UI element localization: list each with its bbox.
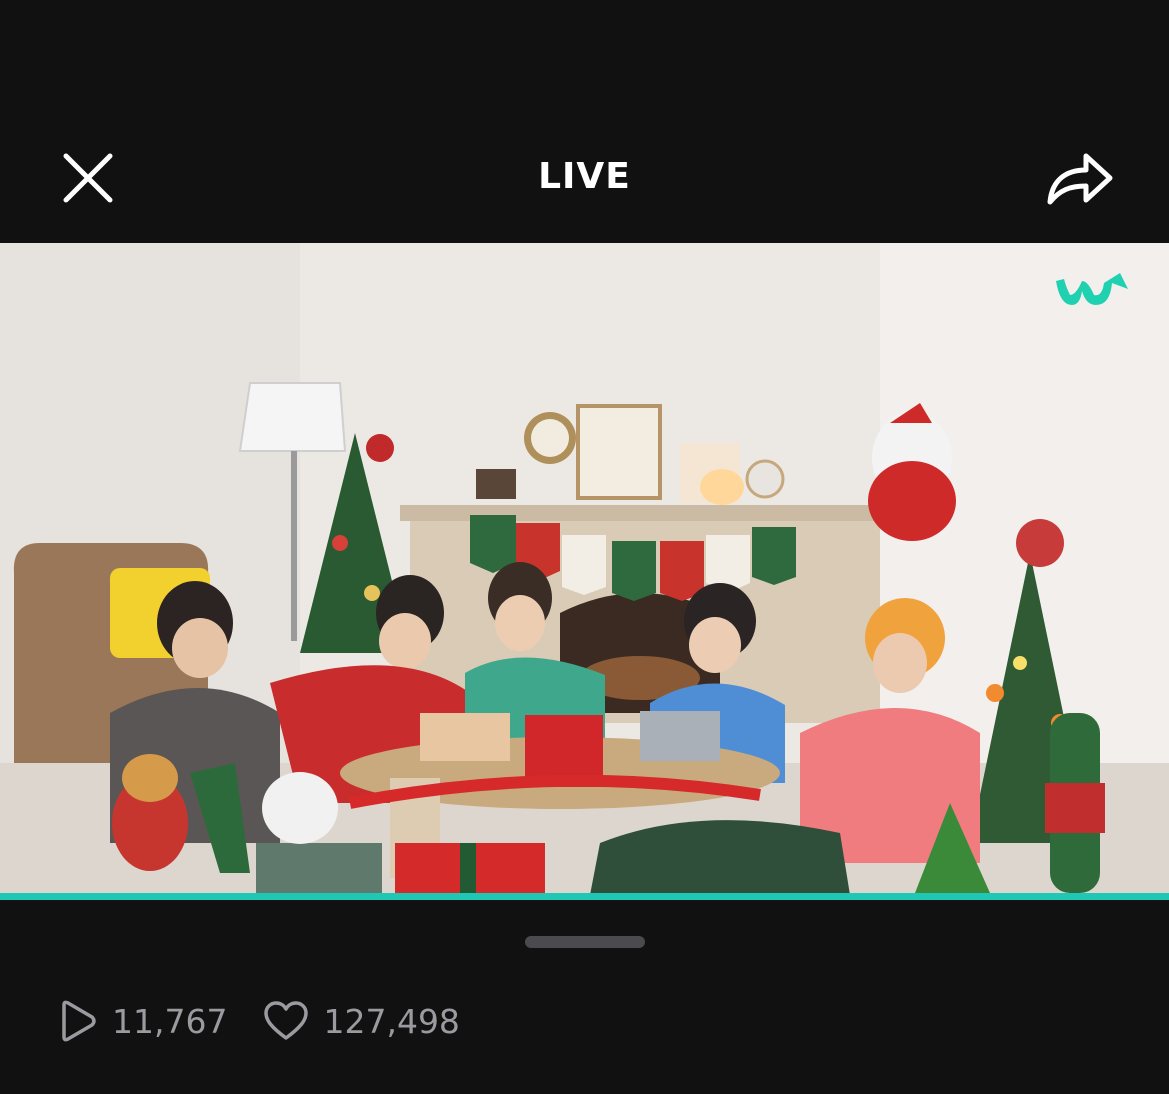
play-icon — [62, 1000, 96, 1042]
likes-count: 127,498 — [323, 1001, 460, 1041]
video-progress-bar[interactable] — [0, 893, 1169, 900]
heart-icon — [264, 1001, 309, 1040]
page-title: LIVE — [538, 156, 631, 197]
live-video[interactable] — [0, 243, 1169, 895]
share-button[interactable] — [1042, 140, 1118, 216]
video-frame — [0, 243, 1169, 895]
plays-stat: 11,767 — [58, 999, 227, 1043]
share-icon — [1047, 153, 1113, 205]
stats-row: 11,767 127,498 — [58, 996, 496, 1046]
likes-stat[interactable]: 127,498 — [263, 1000, 460, 1042]
live-viewer-screen: LIVE 11,767 127,498 — [0, 0, 1169, 1094]
drag-handle[interactable] — [525, 936, 645, 948]
progress-fill — [0, 893, 1169, 900]
plays-count: 11,767 — [112, 1001, 228, 1041]
top-bar: LIVE — [0, 120, 1169, 240]
